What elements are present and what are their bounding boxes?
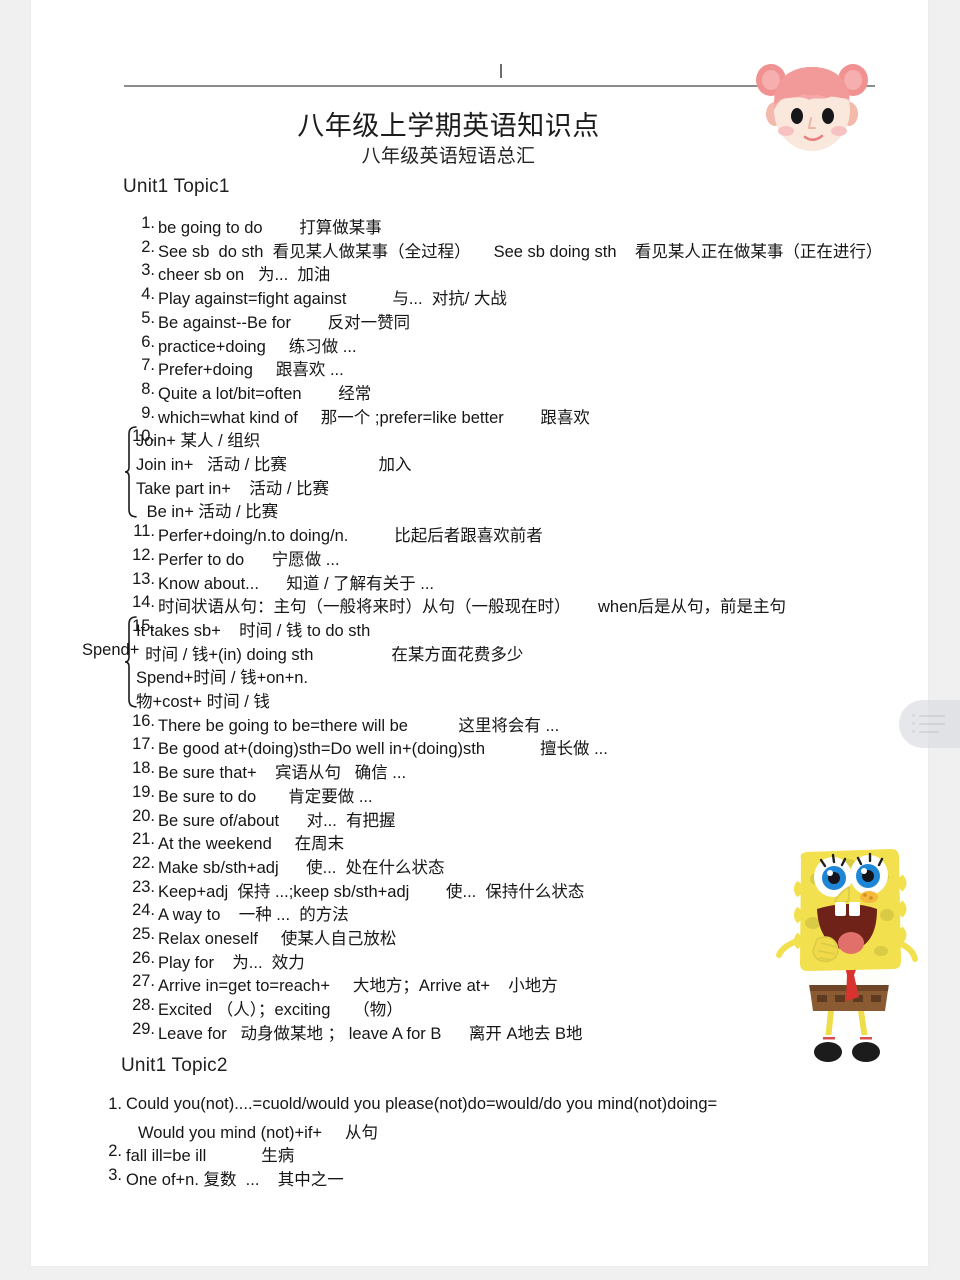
list-item-number: 18.	[132, 759, 155, 778]
list-item-number: 23.	[132, 877, 155, 896]
list-item-text: See sb do sth 看见某人做某事（全过程） See sb doing …	[158, 242, 883, 261]
menu-dot	[912, 714, 915, 717]
list-item-text: Be against--Be for 反对一赞同	[158, 313, 411, 332]
menu-line	[919, 723, 945, 725]
list-item-number: 26.	[132, 948, 155, 967]
list-item-text: One of+n. 复数 ... 其中之一	[126, 1171, 344, 1190]
list-item-text: Quite a lot/bit=often 经常	[158, 384, 372, 403]
list-item-text: Excited （人）；exciting （物）	[158, 1001, 403, 1020]
list-item-text: 时间 / 钱+(in) doing sth 在某方面花费多少	[136, 645, 524, 664]
list-item-number: 9.	[141, 403, 155, 422]
list-item-text: Keep+adj 保持 ...;keep sb/sth+adj 使... 保持什…	[158, 882, 585, 901]
list-item-text: Spend+时间 / 钱+on+n.	[136, 669, 308, 688]
spongebob-character-image	[773, 843, 925, 1065]
list-item-text: Be good at+(doing)sth=Do well in+(doing)…	[158, 740, 608, 759]
list-item-number: 3.	[108, 1166, 122, 1185]
list-item-text: fall ill=be ill 生病	[126, 1147, 295, 1166]
list-item-text: Be sure of/about 对... 有把握	[158, 811, 396, 830]
list-item-number: 12.	[132, 545, 155, 564]
list-item-number: 1.	[141, 214, 155, 232]
list-item-text: 时间状语从句：主句（一般将来时）从句（一般现在时） when后是从句，前是主句	[158, 598, 786, 617]
list-item-text: be going to do 打算做某事	[158, 219, 382, 237]
menu-line	[919, 715, 945, 717]
list-item-number: 14.	[132, 593, 155, 612]
list-item-text: cheer sb on 为... 加油	[158, 266, 331, 285]
girl-avatar-icon	[753, 52, 871, 162]
text-caret-mark	[500, 64, 502, 78]
list-item-number: 13.	[132, 569, 155, 588]
list-item-text: It takes sb+ 时间 / 钱 to do sth	[136, 621, 371, 640]
list-item-text: Be sure to do 肯定要做 ...	[158, 787, 373, 806]
list-item-text: Take part in+ 活动 / 比赛	[136, 479, 330, 498]
list-item-number: 4.	[141, 285, 155, 304]
list-item-text: 物+cost+ 时间 / 钱	[136, 693, 270, 711]
list-item-text: which=what kind of 那一个 ;prefer=like bett…	[158, 408, 590, 427]
list-item-number: 20.	[132, 806, 155, 825]
list-item-text: Leave for 动身做某地 ； leave A for B 离开 A地去 B…	[158, 1024, 583, 1043]
list-item-number: 2.	[108, 1142, 122, 1161]
list-item-number: 5.	[141, 308, 155, 327]
menu-dot	[912, 730, 915, 733]
list-item-number: 28.	[132, 996, 155, 1015]
list-item-text: Perfer+doing/n.to doing/n. 比起后者跟喜欢前者	[158, 527, 543, 546]
section-heading-unit1-topic1: Unit1 Topic1	[123, 176, 230, 197]
list-item-text: A way to 一种 ... 的方法	[158, 906, 349, 925]
list-item-number: 24.	[132, 901, 155, 920]
list-item-number: 7.	[141, 356, 155, 375]
list-item-text: Relax oneself 使某人自己放松	[158, 930, 397, 948]
list-item-text: Join in+ 活动 / 比赛 加入	[136, 456, 412, 474]
list-item-text: Be in+ 活动 / 比赛	[142, 503, 279, 522]
list-item-text: Could you(not)....=cuold/would you pleas…	[126, 1095, 718, 1113]
list-item-number: 27.	[132, 972, 155, 991]
section-heading-unit1-topic2: Unit1 Topic2	[121, 1055, 228, 1076]
list-item-number: 17.	[132, 735, 155, 754]
document-page: 八年级上学期英语知识点 八年级英语短语总汇 Unit1 Topic1 Unit1…	[31, 0, 928, 1266]
list-item-number: 3.	[141, 261, 155, 280]
menu-dot	[912, 722, 915, 725]
list-item-text: Perfer to do 宁愿做 ...	[158, 550, 340, 569]
list-item-text: At the weekend 在周末	[158, 835, 345, 854]
list-item-text: Play for 为... 效力	[158, 953, 305, 972]
list-item-number: 25.	[132, 925, 155, 943]
list-item-text: practice+doing 练习做 ...	[158, 337, 357, 356]
list-item-number: 29.	[132, 1019, 155, 1038]
list-item-number: 1.	[108, 1095, 122, 1113]
list-item-number: 21.	[132, 830, 155, 849]
list-item-text: Play against=fight against 与... 对抗/ 大战	[158, 290, 507, 309]
list-item-number: 22.	[132, 853, 155, 872]
menu-line	[919, 731, 939, 733]
list-item-text: Arrive in=get to=reach+ 大地方；Arrive at+ 小…	[158, 977, 558, 996]
list-item-number: 6.	[141, 332, 155, 351]
list-item-number: 16.	[132, 711, 155, 730]
list-item-text: There be going to be=there will be 这里将会有…	[158, 716, 560, 735]
screenshot-viewport: 八年级上学期英语知识点 八年级英语短语总汇 Unit1 Topic1 Unit1…	[0, 0, 960, 1280]
list-item-text: Be sure that+ 宾语从句 确信 ...	[158, 764, 407, 783]
list-item-text: Know about... 知道 / 了解有关于 ...	[158, 574, 434, 593]
brace-prefix-label: Spend+	[82, 640, 140, 659]
list-item-text: Join+ 某人 / 组织	[136, 432, 261, 451]
floating-menu-icon[interactable]	[899, 700, 960, 748]
list-item-number: 8.	[141, 379, 155, 398]
list-item-number: 2.	[141, 237, 155, 256]
list-item-text: Make sb/sth+adj 使... 处在什么状态	[158, 858, 445, 877]
list-item-text: Would you mind (not)+if+ 从句	[138, 1123, 378, 1142]
list-item-number: 19.	[132, 782, 155, 801]
list-item-text: Prefer+doing 跟喜欢 ...	[158, 361, 344, 380]
list-item-number: 11.	[133, 522, 155, 541]
